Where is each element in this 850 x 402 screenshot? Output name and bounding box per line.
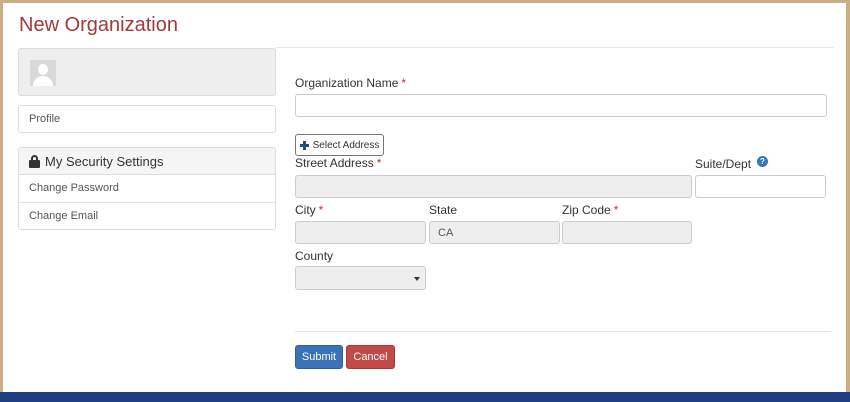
street-address-label: Street Address * [295,156,382,170]
lock-icon [29,154,40,168]
security-settings-panel: My Security Settings Change Password Cha… [18,147,276,230]
state-input[interactable] [429,221,560,244]
plus-icon [299,140,309,150]
footer-bar [0,392,850,402]
sidebar-item-change-email[interactable]: Change Email [19,203,275,229]
org-name-label: Organization Name * [295,76,407,90]
zip-code-label: Zip Code * [562,203,619,217]
city-label: City * [295,203,324,217]
avatar-icon [30,60,56,86]
suite-dept-input[interactable] [695,175,826,198]
page-title: New Organization [19,14,178,36]
county-select[interactable] [295,266,426,290]
required-marker: * [613,203,619,217]
cancel-button[interactable]: Cancel [346,345,395,369]
security-settings-title: My Security Settings [45,153,164,169]
help-icon[interactable]: ? [757,156,768,167]
chevron-down-icon [414,277,420,281]
avatar-panel [18,48,276,96]
select-address-button[interactable]: Select Address [295,134,384,156]
suite-dept-label: Suite/Dept [695,157,752,171]
county-label: County [295,249,334,263]
sidebar-item-profile[interactable]: Profile [18,105,276,133]
page: New Organization Profile My Security Set… [3,3,846,402]
select-address-label: Select Address [312,139,380,151]
street-address-input[interactable] [295,175,692,198]
divider [295,331,831,332]
zip-code-input[interactable] [562,221,692,244]
divider [276,47,834,48]
org-name-input[interactable] [295,94,827,117]
security-settings-heading: My Security Settings [19,148,275,175]
sidebar-item-change-password[interactable]: Change Password [19,175,275,203]
required-marker: * [401,76,407,90]
city-input[interactable] [295,221,426,244]
state-label: State [429,203,458,217]
required-marker: * [318,203,324,217]
required-marker: * [376,156,382,170]
submit-button[interactable]: Submit [295,345,343,369]
